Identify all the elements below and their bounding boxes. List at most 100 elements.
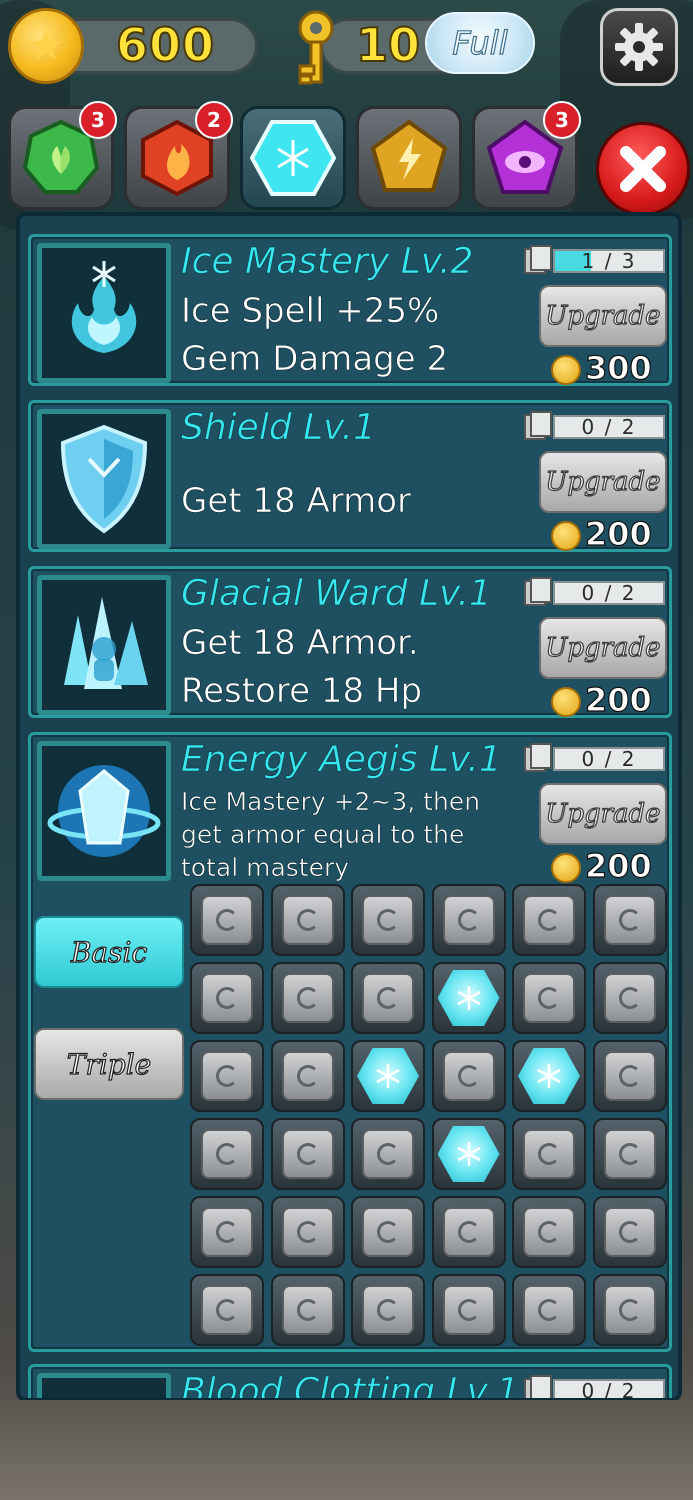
board-cell[interactable] — [431, 1040, 506, 1112]
stone-icon — [523, 1207, 575, 1257]
board-cell[interactable] — [431, 1196, 506, 1268]
mode-triple-button[interactable]: Triple — [34, 1028, 184, 1100]
board-cell[interactable] — [431, 1118, 506, 1190]
stone-icon — [362, 1207, 414, 1257]
stone-icon — [442, 1207, 495, 1257]
board-cell[interactable] — [351, 1040, 425, 1112]
stone-icon — [603, 1285, 656, 1335]
stone-icon — [201, 1285, 253, 1335]
stone-icon — [362, 895, 414, 945]
tab-fire[interactable]: 2 — [124, 101, 233, 210]
skill-desc-line: Get 18 Armor. — [181, 623, 419, 664]
board-cell[interactable] — [592, 884, 667, 956]
stone-icon — [362, 1129, 414, 1179]
card-progress: 0 / 2 — [523, 743, 667, 773]
upgrade-button[interactable]: Upgrade — [539, 783, 667, 845]
stone-icon — [442, 1051, 495, 1101]
board-cell[interactable] — [190, 1118, 264, 1190]
board-cell[interactable] — [592, 1274, 667, 1346]
progress-text: 0 / 2 — [581, 415, 637, 439]
skill-card-ice-mastery: Ice Mastery Lv.2 Ice Spell +25% Gem Dama… — [28, 234, 672, 388]
tab-ice[interactable] — [240, 106, 346, 210]
stone-icon — [603, 1129, 656, 1179]
board-cell[interactable] — [431, 884, 506, 956]
ground-background — [0, 1400, 693, 1500]
board-cell[interactable] — [270, 884, 345, 956]
board-cell[interactable] — [431, 962, 506, 1034]
ice-mastery-icon — [37, 243, 171, 383]
board-cell[interactable] — [431, 1274, 506, 1346]
board-cell[interactable] — [190, 1040, 264, 1112]
board-cell[interactable] — [512, 1274, 586, 1346]
skill-desc-line: Ice Spell +25% — [181, 291, 440, 332]
settings-button[interactable] — [600, 8, 678, 86]
stone-icon — [201, 1207, 253, 1257]
board-cell[interactable] — [351, 962, 425, 1034]
board-cell[interactable] — [592, 1118, 667, 1190]
board-cell[interactable] — [270, 1118, 345, 1190]
board-cell[interactable] — [190, 1196, 264, 1268]
cards-icon — [524, 743, 552, 772]
stone-icon — [281, 1129, 334, 1179]
tab-lightning[interactable] — [356, 106, 462, 210]
top-bar: 600 10 Full — [0, 0, 693, 100]
card-progress: 1 / 3 — [523, 245, 667, 275]
skills-panel: Ice Mastery Lv.2 Ice Spell +25% Gem Dama… — [16, 212, 682, 1402]
stone-icon — [523, 1129, 575, 1179]
cards-icon — [524, 577, 552, 606]
upgrade-button[interactable]: Upgrade — [539, 285, 667, 347]
skill-card-shield: Shield Lv.1 Get 18 Armor 0 / 2 Upgrade 2… — [28, 400, 672, 554]
stone-icon — [603, 973, 656, 1023]
board-cell[interactable] — [190, 1274, 264, 1346]
stone-icon — [523, 1285, 575, 1335]
board-cell[interactable] — [351, 1274, 425, 1346]
board-cell[interactable] — [270, 1196, 345, 1268]
board-cell[interactable] — [270, 1274, 345, 1346]
board-cell[interactable] — [592, 1040, 667, 1112]
upgrade-button[interactable]: Upgrade — [539, 617, 667, 679]
ice-gem-icon — [437, 970, 500, 1026]
board-cell[interactable] — [190, 962, 264, 1034]
mode-basic-button[interactable]: Basic — [34, 916, 184, 988]
cost-value: 300 — [584, 348, 652, 387]
card-progress: 0 / 2 — [523, 1375, 667, 1398]
keys-full-badge: Full — [425, 12, 535, 74]
board-cell[interactable] — [512, 1040, 586, 1112]
shield-icon — [37, 409, 171, 549]
tab-mystic[interactable]: 3 — [472, 101, 581, 210]
board-cell[interactable] — [512, 962, 586, 1034]
stone-icon — [523, 973, 575, 1023]
board-cell[interactable] — [512, 1196, 586, 1268]
upgrade-button[interactable]: Upgrade — [539, 451, 667, 513]
coin-icon — [551, 521, 581, 551]
cost-value: 200 — [584, 514, 652, 553]
board-cell[interactable] — [270, 1040, 345, 1112]
stone-icon — [603, 1051, 656, 1101]
tab-badge: 3 — [543, 101, 581, 139]
close-button[interactable] — [596, 122, 690, 216]
board-cell[interactable] — [270, 962, 345, 1034]
skill-desc-line: get armor equal to the — [181, 820, 465, 850]
board-cell[interactable] — [351, 1118, 425, 1190]
gem-pattern-board — [190, 884, 674, 1350]
board-cell[interactable] — [592, 962, 667, 1034]
board-cell[interactable] — [190, 884, 264, 956]
coin-icon — [551, 687, 581, 717]
skill-title: Energy Aegis Lv.1 — [181, 739, 502, 781]
board-cell[interactable] — [351, 1196, 425, 1268]
key-value: 10 — [355, 17, 421, 73]
board-cell[interactable] — [512, 1118, 586, 1190]
ice-gem-icon — [437, 1126, 500, 1182]
cards-icon — [524, 411, 552, 440]
key-icon — [298, 10, 334, 85]
tab-nature[interactable]: 3 — [8, 101, 117, 210]
progress-text: 1 / 3 — [581, 249, 637, 273]
coin-icon — [8, 8, 84, 84]
coin-icon — [551, 355, 581, 385]
skill-title: Glacial Ward Lv.1 — [181, 573, 492, 615]
board-cell[interactable] — [512, 884, 586, 956]
board-cell[interactable] — [592, 1196, 667, 1268]
board-cell[interactable] — [351, 884, 425, 956]
skill-desc-line: Gem Damage 2 — [181, 339, 449, 380]
skill-desc-line: Restore 18 Hp — [181, 671, 423, 712]
